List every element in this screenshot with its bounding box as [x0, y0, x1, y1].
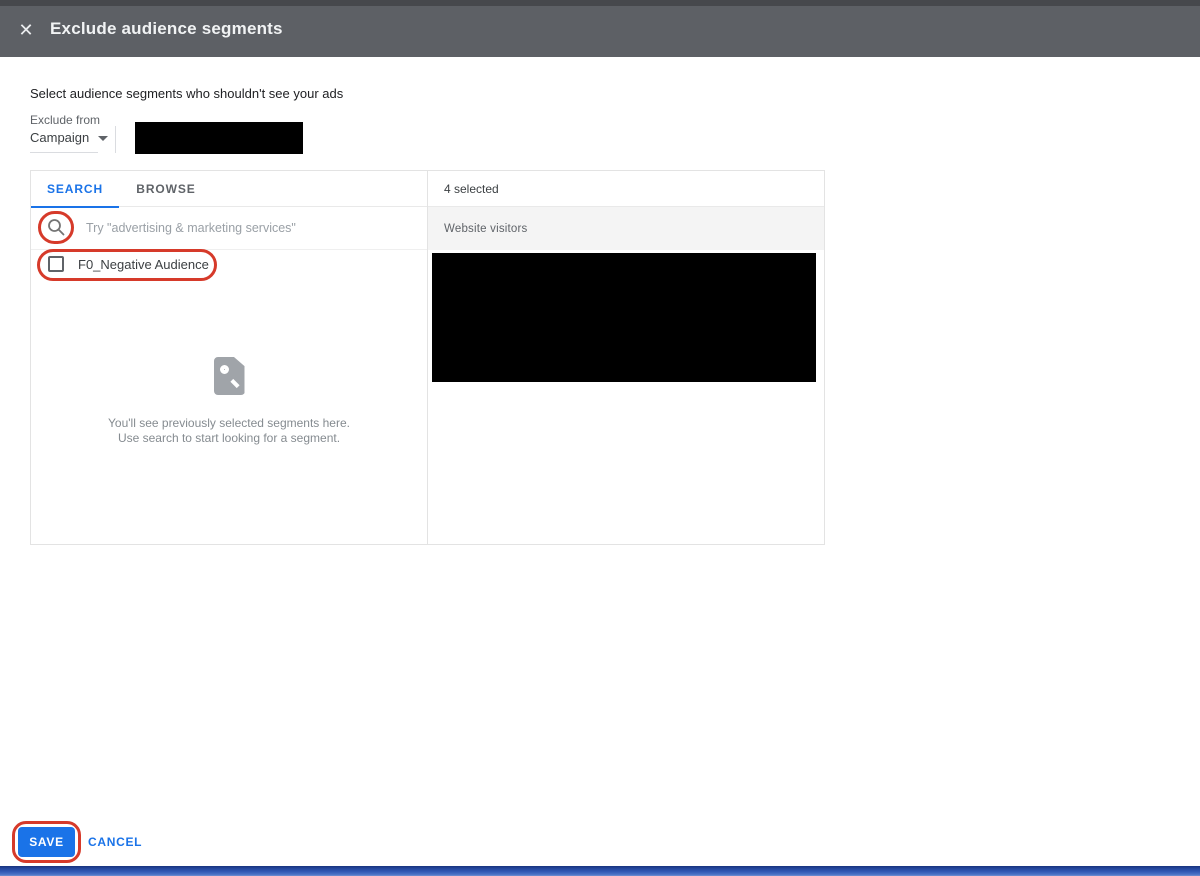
cancel-button[interactable]: CANCEL	[88, 827, 142, 858]
annotation-circle-save: SAVE	[12, 821, 81, 863]
close-icon[interactable]: ✕	[15, 19, 37, 41]
redacted-selected-segments	[432, 253, 816, 382]
search-icon	[44, 215, 68, 239]
window-top-edge	[0, 0, 1200, 6]
dropdown-arrow-icon	[98, 136, 108, 141]
segment-checkbox[interactable]	[48, 256, 64, 272]
search-row	[31, 207, 427, 250]
dialog-header: ✕ Exclude audience segments	[0, 0, 1200, 57]
vertical-divider	[115, 126, 116, 153]
bottom-window-edge	[0, 866, 1200, 876]
selected-panel: 4 selected Website visitors	[428, 171, 824, 544]
selected-count: 4 selected	[428, 171, 824, 207]
search-panel: SEARCH BROWSE F0_Negative Audience	[31, 171, 428, 544]
segment-label: F0_Negative Audience	[78, 257, 209, 272]
tab-bar: SEARCH BROWSE	[31, 171, 427, 207]
selected-group-website-visitors: Website visitors	[428, 207, 824, 250]
save-button[interactable]: SAVE	[18, 827, 75, 857]
dialog-title: Exclude audience segments	[50, 19, 283, 39]
redacted-campaign-name	[135, 122, 303, 154]
empty-state-line1: You'll see previously selected segments …	[31, 416, 427, 431]
empty-state-line2: Use search to start looking for a segmen…	[31, 431, 427, 446]
segment-result-row[interactable]: F0_Negative Audience	[31, 251, 427, 285]
dropdown-underline	[30, 152, 98, 153]
intro-text: Select audience segments who shouldn't s…	[30, 86, 343, 101]
exclude-level-dropdown[interactable]: Campaign	[30, 130, 108, 145]
tab-browse[interactable]: BROWSE	[119, 171, 213, 207]
search-input[interactable]	[86, 207, 406, 249]
exclude-level-value: Campaign	[30, 130, 89, 145]
empty-state: You'll see previously selected segments …	[31, 357, 427, 445]
exclude-from-label: Exclude from	[30, 113, 100, 127]
tab-search[interactable]: SEARCH	[31, 171, 119, 207]
document-search-icon	[214, 357, 245, 395]
segment-picker: SEARCH BROWSE F0_Negative Audience	[30, 170, 825, 545]
